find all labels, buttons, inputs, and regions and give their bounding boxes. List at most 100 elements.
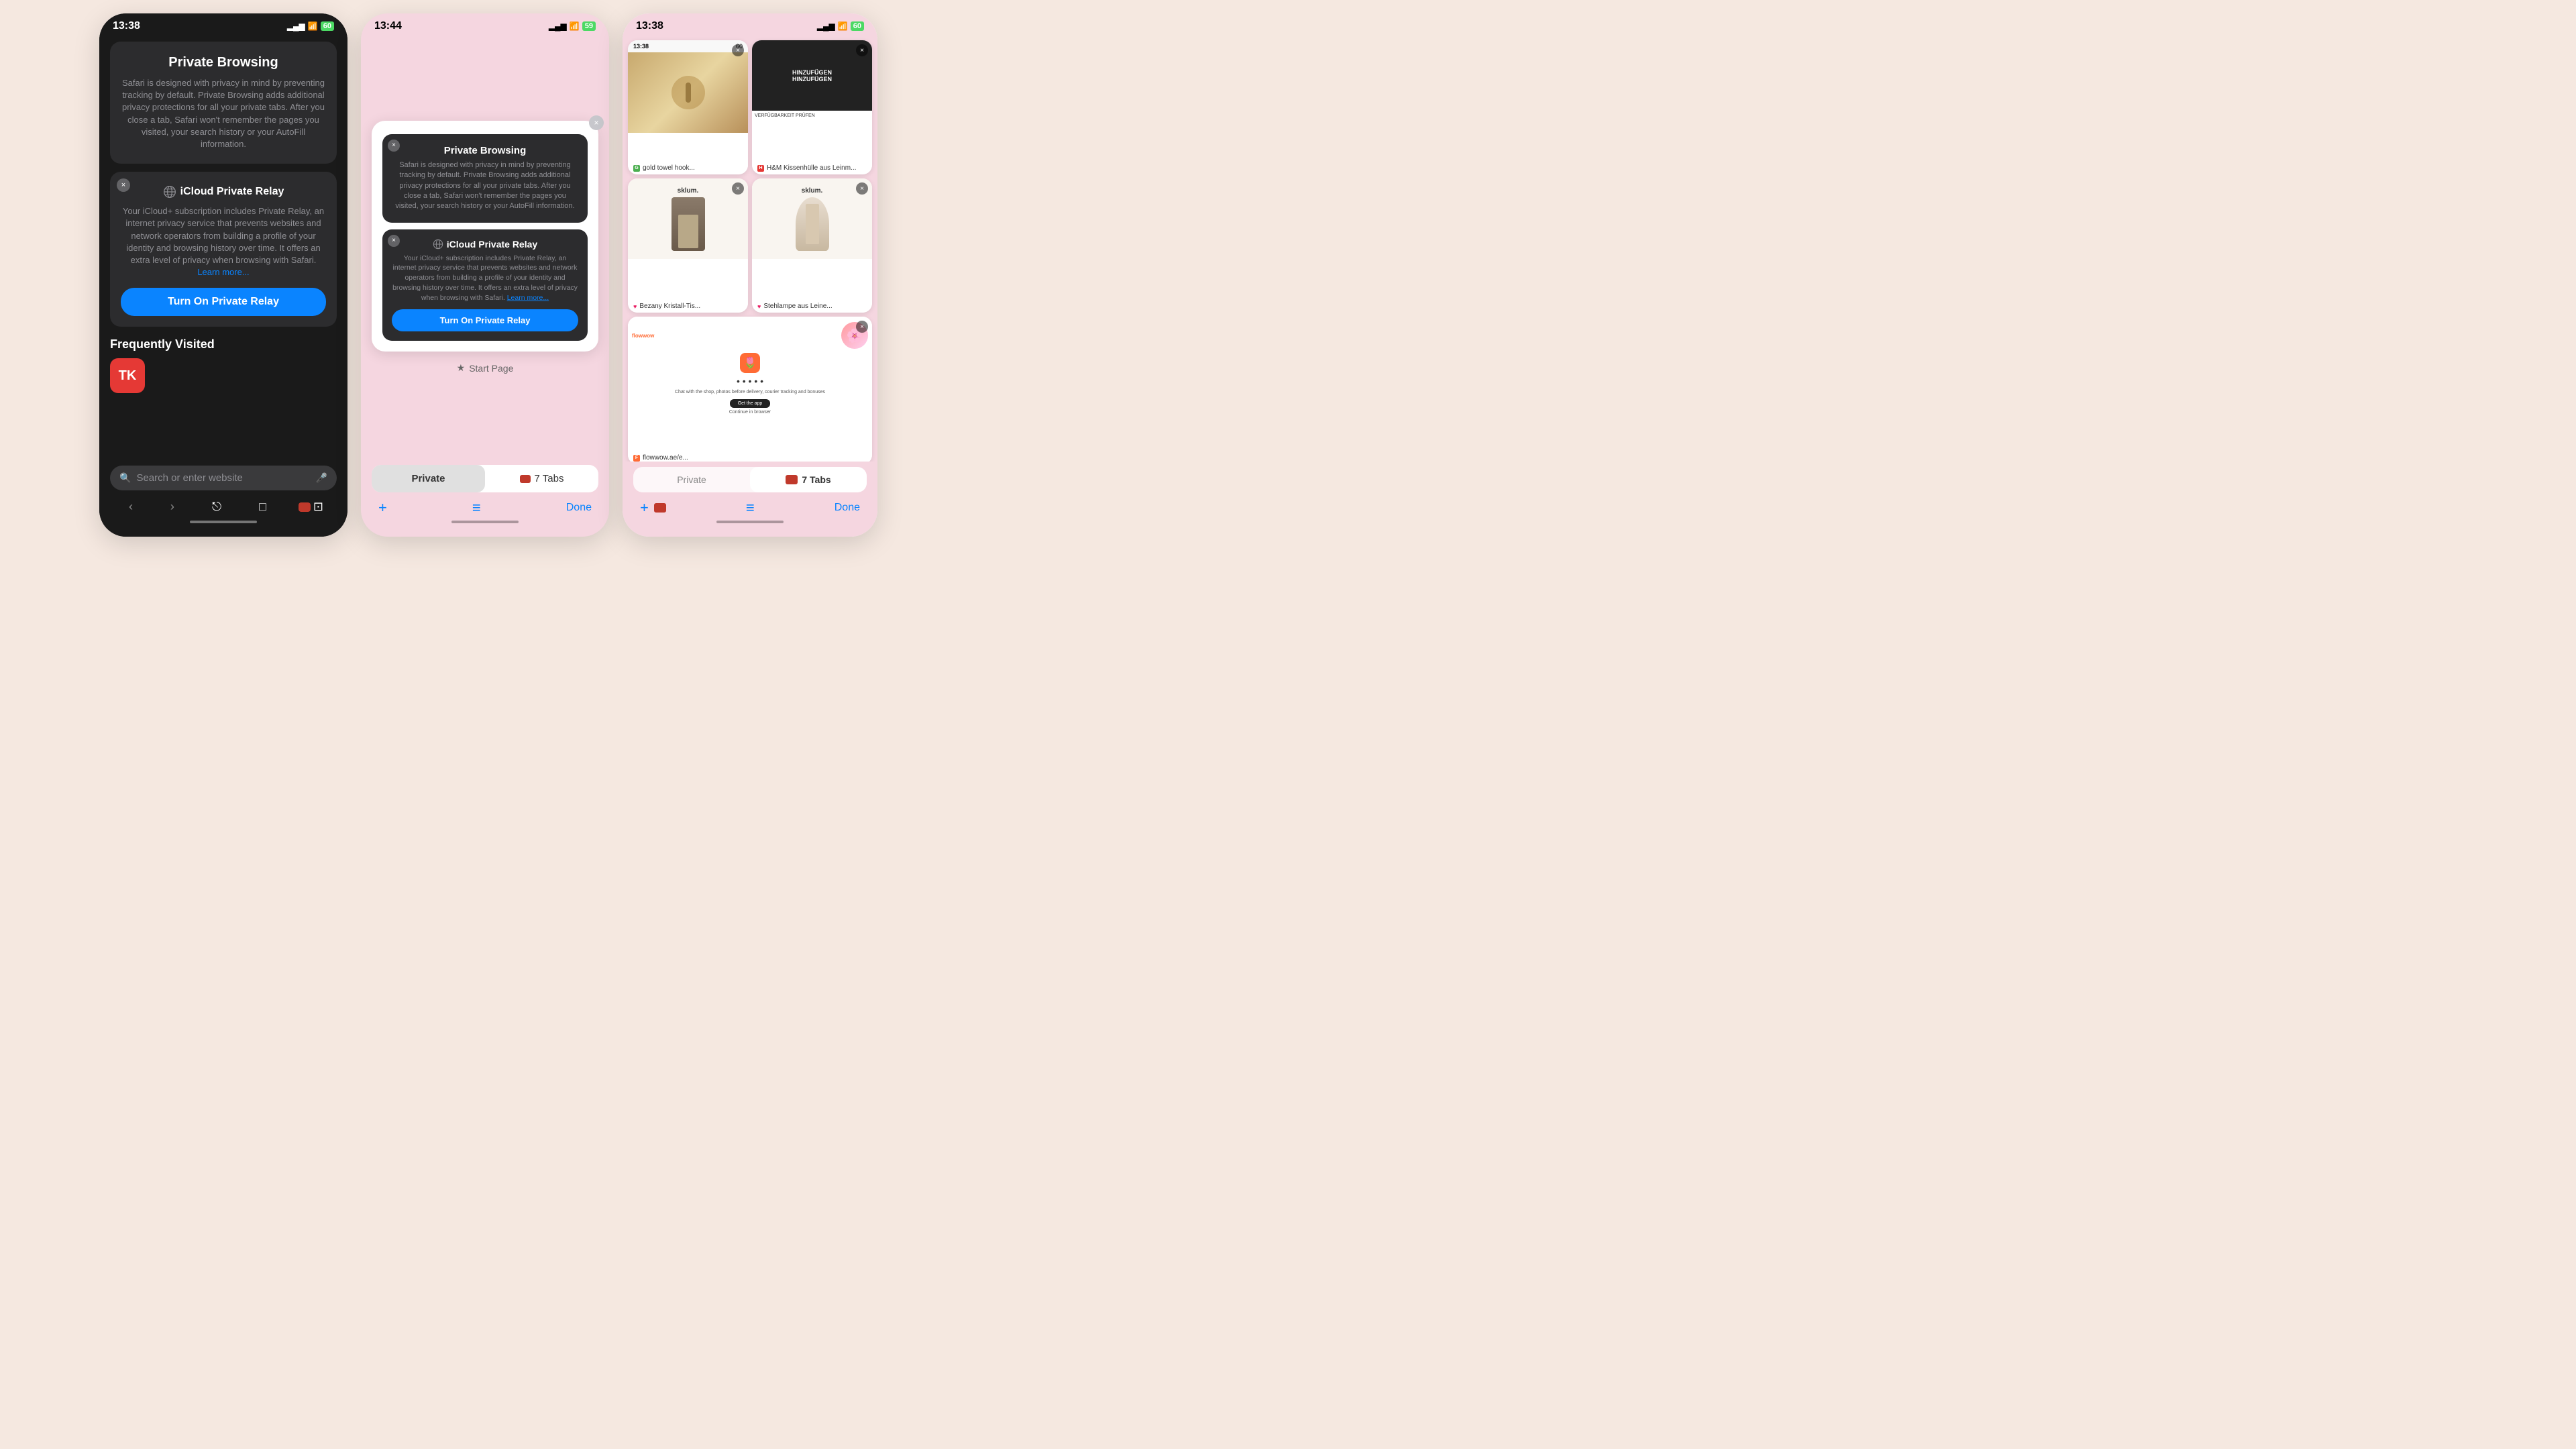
back-btn-1[interactable]: ‹	[123, 497, 138, 517]
wifi-icon-1: 📶	[308, 21, 318, 31]
tab-close-sklum-2[interactable]: ×	[856, 182, 868, 195]
search-icon-1: 🔍	[119, 472, 131, 484]
tab-close-gold-towel[interactable]: ×	[732, 44, 744, 56]
dialog-icloud-close-btn[interactable]: ×	[388, 235, 400, 247]
share-btn-1[interactable]: ⎋	[207, 497, 227, 517]
dialog-pb-close-btn[interactable]: ×	[388, 140, 400, 152]
lamp-shape	[672, 197, 705, 251]
add-tab-btn-2[interactable]: +	[378, 499, 387, 517]
learn-more-link-2[interactable]: Learn more...	[507, 294, 549, 302]
flowwow-continue-text[interactable]: Continue in browser	[729, 410, 771, 415]
phone1-content: Private Browsing Safari is designed with…	[99, 35, 347, 460]
sklum-logo-1: sklum.	[678, 187, 699, 195]
dialog-pb-desc: Safari is designed with privacy in mind …	[393, 160, 577, 212]
home-indicator-2	[451, 521, 519, 523]
heart-icon-1: ♥	[633, 303, 637, 310]
signal-icon-3: ▂▄▆	[817, 21, 835, 31]
red-sq-3	[786, 475, 798, 484]
dialog-icloud-header: iCloud Private Relay	[392, 239, 578, 250]
phone3-nav: + ≡ Done	[633, 499, 867, 517]
phone-3: 13:38 ▂▄▆ 📶 60 × 13:38 60	[623, 13, 877, 537]
phone2-nav: + ≡ Done	[372, 499, 598, 517]
tab-time-1: 13:38	[633, 43, 649, 50]
star-icon-2: ★	[457, 362, 466, 374]
signal-icon-2: ▂▄▆	[549, 21, 567, 31]
dialog-card: × × Private Browsing Safari is designed …	[372, 121, 598, 352]
red-indicator-2	[520, 475, 531, 483]
seven-tabs-btn-3[interactable]: 7 Tabs	[750, 467, 867, 492]
seven-tabs-btn-2[interactable]: 7 Tabs	[485, 465, 598, 492]
dialog-icloud-card: × iCloud Private Relay Your iCloud+ subs…	[382, 229, 588, 341]
time-2: 13:44	[374, 20, 402, 32]
tab-card-flowwow[interactable]: × flowwow 🌸 🌷 • • • • • Chat with the sh…	[628, 317, 872, 462]
nav-bar-1: ‹ › ⎋ □ ⊡	[110, 497, 337, 517]
dialog-close-btn[interactable]: ×	[589, 115, 604, 130]
status-icons-2: ▂▄▆ 📶 59	[549, 21, 596, 31]
tab-label-flowwow: F flowwow.ae/e...	[628, 451, 872, 462]
tabs-grid: × 13:38 60 G gold towel hook... ×	[625, 38, 875, 462]
tab-mini-status-1: 13:38 60	[628, 40, 748, 52]
private-browsing-card: Private Browsing Safari is designed with…	[110, 42, 337, 164]
hook-body	[686, 83, 691, 103]
tab-close-flowwow[interactable]: ×	[856, 321, 868, 333]
private-tab-btn-3[interactable]: Private	[633, 467, 750, 492]
signal-icon-1: ▂▄▆	[287, 21, 305, 31]
private-tab-btn-2[interactable]: Private	[372, 465, 485, 492]
tab-label-sklum-2: ♥ Stehlampe aus Leine...	[752, 300, 872, 313]
bookmarks-btn-1[interactable]: □	[254, 497, 272, 517]
sklum-product-area-1	[672, 197, 705, 251]
phone-1: 13:38 ▂▄▆ 📶 60 Private Browsing Safari i…	[99, 13, 347, 537]
done-btn-3[interactable]: Done	[835, 502, 860, 514]
status-bar-2: 13:44 ▂▄▆ 📶 59	[361, 13, 609, 35]
mic-icon-1[interactable]: 🎤	[316, 472, 327, 484]
phone3-bottom: Private 7 Tabs + ≡ Done	[623, 462, 877, 537]
tab-card-sklum-1[interactable]: × sklum. ♥ Bezany Kristall-Tis...	[628, 178, 748, 313]
battery-icon-2: 59	[582, 21, 596, 31]
flowwow-get-app-btn[interactable]: Get the app	[730, 399, 771, 408]
list-btn-2[interactable]: ≡	[472, 499, 481, 517]
frequently-visited-section: Frequently Visited TK	[110, 335, 337, 396]
add-tab-btn-3[interactable]: +	[640, 499, 649, 517]
wifi-icon-2: 📶	[570, 21, 580, 31]
icloud-desc-1: Your iCloud+ subscription includes Priva…	[121, 205, 326, 278]
fv-item-tk[interactable]: TK	[110, 358, 145, 393]
fv-title: Frequently Visited	[110, 337, 337, 352]
fv-icon-tk: TK	[110, 358, 145, 393]
tab-card-hm[interactable]: × HINZUFÜGENHINZUFÜGEN VERFÜGBARKEIT PRÜ…	[752, 40, 872, 174]
start-page-row: ★ Start Page	[457, 362, 514, 374]
icloud-close-btn-1[interactable]: ×	[117, 178, 130, 192]
dialog-pb-title: Private Browsing	[393, 145, 577, 156]
red-dot-1	[299, 502, 311, 512]
phone1-bottom: 🔍 Search or enter website 🎤 ‹ › ⎋ □ ⊡	[99, 460, 347, 537]
turn-on-private-relay-btn-2[interactable]: Turn On Private Relay	[392, 309, 578, 331]
tab-close-hm[interactable]: ×	[856, 44, 868, 56]
tab-close-sklum-1[interactable]: ×	[732, 182, 744, 195]
tab-favicon-1: G	[633, 165, 640, 172]
status-bar-1: 13:38 ▂▄▆ 📶 60	[99, 13, 347, 35]
dialog-icloud-title: iCloud Private Relay	[447, 239, 537, 250]
list-btn-3[interactable]: ≡	[746, 499, 755, 517]
phone-2: 13:44 ▂▄▆ 📶 59 × × Private Browsing Safa…	[361, 13, 609, 537]
battery-icon-3: 60	[851, 21, 864, 31]
phone2-tab-bar: Private 7 Tabs	[372, 465, 598, 492]
tabs-btn-1[interactable]: ⊡	[299, 500, 323, 514]
flowwow-header: flowwow 🌸	[632, 322, 868, 349]
globe-icon-1	[163, 185, 176, 199]
search-bar[interactable]: 🔍 Search or enter website 🎤	[110, 466, 337, 490]
tab-label-hm: H H&M Kissenhülle aus Leinm...	[752, 162, 872, 174]
thumb-hm: HINZUFÜGENHINZUFÜGEN VERFÜGBARKEIT PRÜFE…	[752, 40, 872, 121]
flowwow-brand-name: flowwow	[632, 333, 654, 339]
forward-btn-1[interactable]: ›	[165, 497, 180, 517]
tab-card-sklum-2[interactable]: × sklum. ♥ Stehlampe aus Leine...	[752, 178, 872, 313]
tab-label-gold-towel: G gold towel hook...	[628, 162, 748, 174]
tab-card-gold-towel[interactable]: × 13:38 60 G gold towel hook...	[628, 40, 748, 174]
sklum-thumb-1: sklum.	[628, 178, 748, 259]
turn-on-private-relay-btn-1[interactable]: Turn On Private Relay	[121, 288, 326, 316]
done-btn-2[interactable]: Done	[566, 502, 592, 514]
learn-more-link-1[interactable]: Learn more...	[197, 267, 249, 277]
phone3-nav-left: +	[640, 499, 666, 517]
phone2-bottom: Private 7 Tabs + ≡ Done	[361, 460, 609, 537]
flowwow-logo-box: 🌷	[740, 353, 760, 373]
gold-hook-shape	[672, 76, 705, 109]
search-bar-placeholder: Search or enter website	[136, 472, 310, 484]
